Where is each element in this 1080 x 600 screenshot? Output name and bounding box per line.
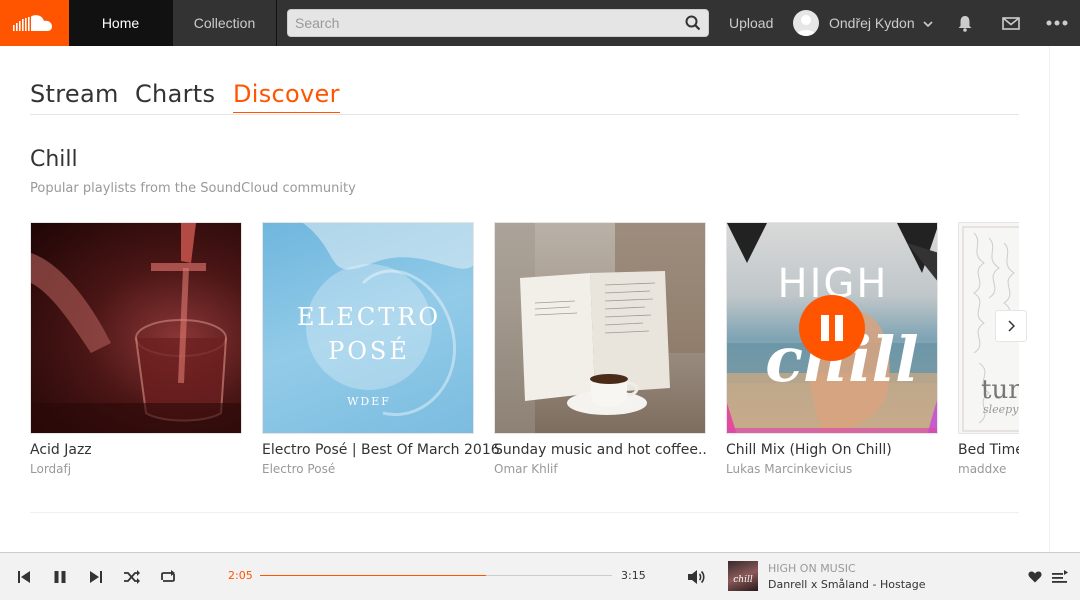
playlist-user[interactable]: Electro Posé (262, 462, 474, 476)
soundcloud-logo[interactable] (0, 0, 69, 46)
nav-collection-tab[interactable]: Collection (173, 0, 277, 46)
next-track-button[interactable] (78, 553, 114, 600)
section-title: Chill (30, 147, 78, 172)
search-input[interactable] (295, 15, 678, 31)
now-playing-track[interactable]: Danrell x Småland - Hostage (768, 578, 926, 591)
shuffle-icon (124, 570, 140, 584)
top-header: Home Collection Upload Ondřej Kydon (0, 0, 1080, 46)
section-subtitle: Popular playlists from the SoundCloud co… (30, 181, 356, 196)
elapsed-time: 2:05 (228, 569, 253, 582)
page-scrollbar[interactable] (1049, 46, 1080, 552)
artwork-text: chill (733, 575, 753, 585)
artwork-text: sleepy (983, 403, 1019, 416)
playlist-artwork[interactable] (30, 222, 242, 434)
tab-stream[interactable]: Stream (30, 80, 119, 108)
playlist-user[interactable]: Omar Khlif (494, 462, 706, 476)
search-box (287, 9, 709, 37)
playlist-user[interactable]: maddxe (958, 462, 1019, 476)
volume-icon (688, 570, 705, 584)
pause-button[interactable] (799, 295, 865, 361)
now-playing-artist[interactable]: HIGH ON MUSIC (768, 562, 856, 575)
playlist-user[interactable]: Lukas Marcinkevicius (726, 462, 938, 476)
progress-bar[interactable] (260, 575, 612, 576)
user-menu[interactable]: Ondřej Kydon (793, 0, 933, 46)
volume-button[interactable] (678, 553, 714, 600)
playlist-carousel: Acid Jazz Lordafj ELECTRO POSÉ WDEF Elec… (30, 222, 1019, 482)
now-playing-artwork[interactable]: chill (728, 561, 758, 591)
playlist-title[interactable]: Bed Time (958, 442, 1019, 458)
playlist-card[interactable]: Acid Jazz Lordafj (30, 222, 242, 476)
artwork-text: ELECTRO (296, 303, 442, 331)
notifications-bell-icon[interactable] (953, 0, 977, 46)
playlist-card[interactable]: ELECTRO POSÉ WDEF Electro Posé | Best Of… (262, 222, 500, 476)
soundcloud-cloud-icon (12, 15, 52, 31)
playlist-card[interactable]: Sunday music and hot coffee.. Omar Khlif (494, 222, 707, 476)
messages-envelope-icon[interactable] (999, 0, 1023, 46)
page-tabs: Stream Charts Discover (30, 46, 1019, 115)
tab-discover[interactable]: Discover (233, 80, 340, 113)
more-options-icon[interactable] (1043, 0, 1071, 46)
nav-home-tab[interactable]: Home (69, 0, 173, 46)
pause-icon (821, 315, 843, 341)
queue-list-icon (1052, 570, 1068, 583)
section-divider (30, 512, 1019, 513)
artwork-text: WDEF (347, 395, 391, 408)
shuffle-button[interactable] (114, 553, 150, 600)
carousel-next-button[interactable] (995, 310, 1027, 342)
playlist-title[interactable]: Acid Jazz (30, 442, 242, 458)
playlist-artwork[interactable]: ELECTRO POSÉ WDEF (262, 222, 474, 434)
playlist-artwork[interactable]: HIGH chill (726, 222, 938, 434)
chevron-right-icon (1008, 320, 1015, 332)
book-and-coffee-artwork-image (495, 223, 705, 433)
artwork-text: POSÉ (328, 337, 410, 365)
playlist-card[interactable]: tur sleepy Bed Time maddxe (958, 222, 1019, 476)
playlist-card[interactable]: HIGH chill Chill Mix (High On Chill) Luk… (726, 222, 938, 476)
playlist-user[interactable]: Lordafj (30, 462, 242, 476)
pause-icon (54, 571, 66, 583)
skip-back-icon (18, 571, 30, 583)
playlist-title[interactable]: Electro Posé | Best Of March 2016 (262, 442, 500, 458)
acid-jazz-artwork-image (31, 223, 241, 433)
user-name: Ondřej Kydon (829, 15, 915, 31)
playlist-artwork[interactable] (494, 222, 706, 434)
heart-icon (1028, 571, 1042, 583)
search-icon[interactable] (678, 10, 708, 36)
queue-button[interactable] (1042, 553, 1078, 600)
previous-track-button[interactable] (6, 553, 42, 600)
total-time: 3:15 (621, 569, 646, 582)
upload-link[interactable]: Upload (729, 0, 773, 46)
repeat-button[interactable] (150, 553, 186, 600)
progress-fill (260, 575, 486, 576)
artwork-text: tur (981, 375, 1019, 405)
play-pause-button[interactable] (42, 553, 78, 600)
playlist-title[interactable]: Sunday music and hot coffee.. (494, 442, 707, 458)
chevron-down-icon (923, 15, 933, 31)
playlist-title[interactable]: Chill Mix (High On Chill) (726, 442, 938, 458)
skip-forward-icon (90, 571, 102, 583)
tab-charts[interactable]: Charts (135, 80, 215, 108)
avatar (793, 10, 819, 36)
player-bar: 2:05 3:15 chill HIGH ON MUSIC Danrell x … (0, 552, 1080, 600)
repeat-icon (161, 570, 175, 582)
